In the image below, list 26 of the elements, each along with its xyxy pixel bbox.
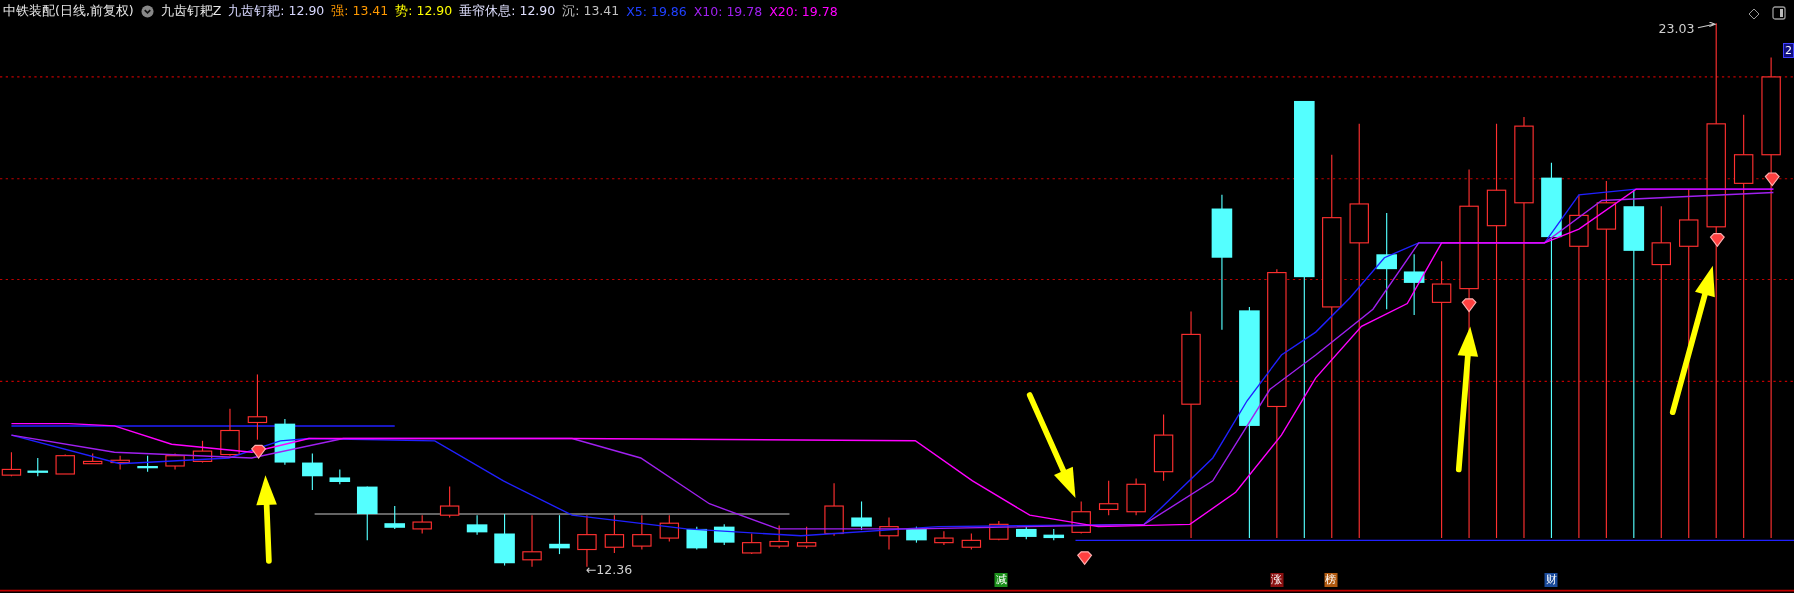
indicator-reading: X20: 19.78 [769, 3, 838, 19]
dropdown-chevron-icon[interactable] [140, 4, 154, 18]
stock-title: 中铁装配(日线,前复权) [3, 2, 134, 20]
signal-badge: 榜 [1324, 573, 1338, 587]
gem-marker-icon [250, 444, 267, 459]
gem-marker-icon [1709, 233, 1725, 248]
indicator-reading: 沉: 13.41 [562, 2, 620, 20]
axis-tag: 2 [1783, 43, 1794, 58]
gem-marker-icon [1461, 298, 1477, 313]
gem-marker-icon [1764, 172, 1780, 187]
low-price-label: ←12.36 [585, 561, 633, 577]
panel-toggle-icon[interactable] [1772, 6, 1786, 20]
indicator-reading: 势: 12.90 [395, 2, 453, 20]
signal-badge: 财 [1544, 573, 1558, 587]
diamond-icon[interactable] [1748, 8, 1760, 20]
price-arrow-icon [1697, 22, 1717, 29]
indicator-reading: X10: 19.78 [693, 3, 763, 19]
indicator-name: 九齿钉耙Z [160, 2, 222, 20]
indicator-reading: 强: 13.41 [331, 2, 389, 20]
signal-badge: 减 [994, 573, 1008, 587]
indicator-reading: 九齿钉耙: 12.90 [228, 2, 325, 20]
high-price-label: 23.03 [1658, 22, 1695, 37]
indicator-reading: X5: 19.86 [626, 3, 687, 19]
signal-badge: 涨 [1270, 573, 1284, 587]
indicator-reading: 垂帘休息: 12.90 [459, 2, 556, 20]
gem-marker-icon [1077, 551, 1093, 566]
